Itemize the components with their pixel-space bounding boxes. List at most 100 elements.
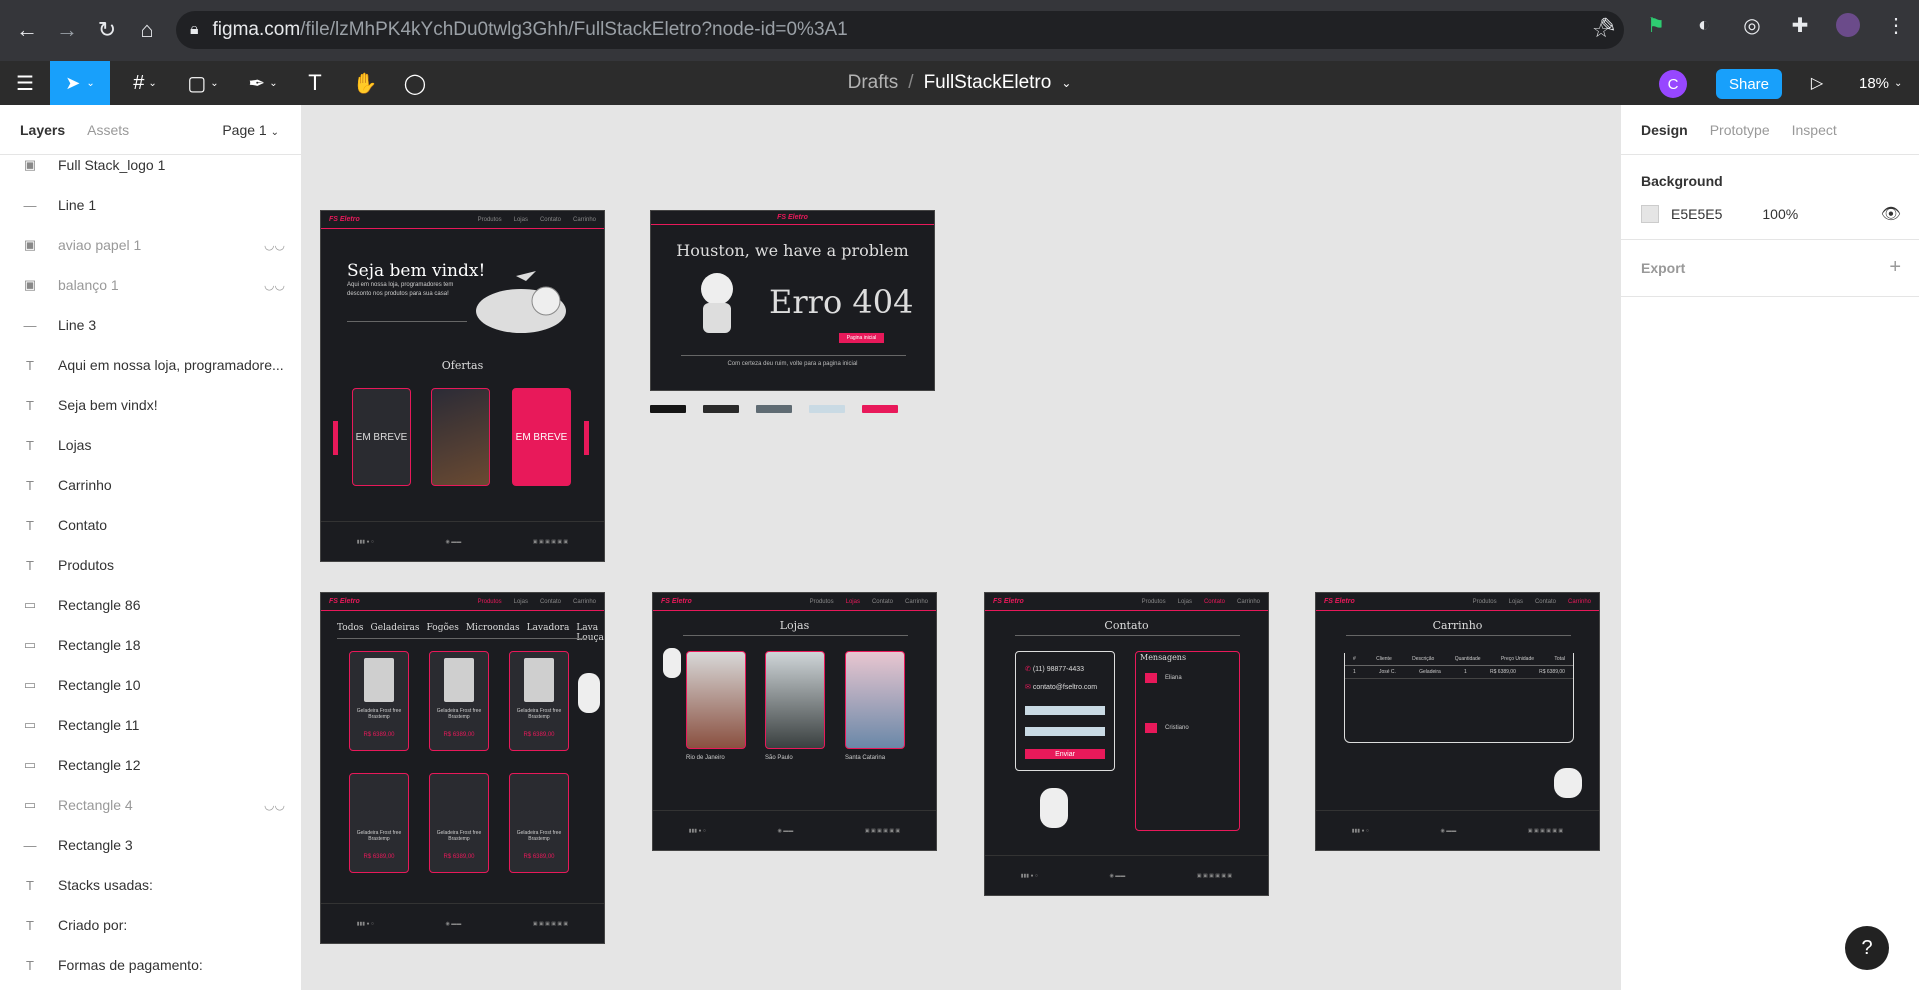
contact-title: Contato bbox=[1104, 619, 1149, 632]
profile-avatar[interactable] bbox=[1835, 12, 1861, 38]
layer-item[interactable]: T Produtos bbox=[0, 545, 301, 585]
comment-tool-icon[interactable]: ◯ bbox=[400, 61, 430, 105]
puzzle-extension-icon[interactable]: ✚ bbox=[1787, 12, 1813, 38]
layer-item[interactable]: ▭ Rectangle 11 bbox=[0, 705, 301, 745]
file-name[interactable]: FullStackEletro bbox=[924, 72, 1052, 94]
frame-products[interactable]: FS Eletro Produtos Lojas Contato Carrinh… bbox=[320, 592, 605, 944]
main-menu-icon[interactable]: ☰ bbox=[10, 61, 40, 105]
layer-line-icon: — bbox=[23, 197, 37, 213]
layer-item[interactable]: T Carrinho bbox=[0, 465, 301, 505]
reload-icon[interactable]: ↻ bbox=[87, 10, 127, 50]
layer-item[interactable]: T Contato bbox=[0, 505, 301, 545]
frame-stores[interactable]: FS Eletro Produtos Lojas Contato Carrinh… bbox=[652, 592, 937, 851]
cart-header-cell: Preço Unidade bbox=[1500, 656, 1535, 662]
category-item: Lavadora bbox=[526, 623, 570, 633]
breadcrumb-drafts[interactable]: Drafts bbox=[848, 72, 899, 94]
hand-tool-icon[interactable]: ✋ bbox=[350, 61, 380, 105]
layer-item[interactable]: T Seja bem vindx! bbox=[0, 385, 301, 425]
menu-dots-icon[interactable]: ⋮ bbox=[1883, 12, 1909, 38]
layer-item[interactable]: ▭ Rectangle 10 bbox=[0, 665, 301, 705]
product-price: R$ 6389,00 bbox=[443, 732, 475, 738]
chevron-down-icon[interactable]: ⌄ bbox=[1061, 76, 1071, 90]
move-tool-button[interactable]: ➤ ⌄ bbox=[50, 61, 110, 105]
layer-label: Rectangle 18 bbox=[58, 637, 141, 653]
contact-nav: FS Eletro Produtos Lojas Contato Carrinh… bbox=[985, 593, 1268, 611]
layer-item[interactable]: T Aqui em nossa loja, programadore... bbox=[0, 345, 301, 385]
shape-tool-icon[interactable]: ▢ ⌄ bbox=[180, 61, 226, 105]
layer-item[interactable]: ▭ Rectangle 18 bbox=[0, 625, 301, 665]
help-button[interactable]: ? bbox=[1845, 926, 1889, 970]
green-extension-icon[interactable]: ⚑ bbox=[1643, 12, 1669, 38]
layer-item[interactable]: ▣ Full Stack_logo 1 bbox=[0, 145, 301, 185]
tab-assets[interactable]: Assets bbox=[87, 122, 129, 138]
layer-item[interactable]: T Stacks usadas: bbox=[0, 865, 301, 905]
layer-item[interactable]: ▭ Rectangle 86 bbox=[0, 585, 301, 625]
layer-item[interactable]: ▣ aviao papel 1 ◡◡ bbox=[0, 225, 301, 265]
pen-tool-icon[interactable]: ✒ ⌄ bbox=[240, 61, 286, 105]
cart-cell: José C. bbox=[1378, 669, 1396, 675]
zoom-level[interactable]: 18% ⌄ bbox=[1859, 61, 1902, 105]
hidden-eye-icon[interactable]: ◡◡ bbox=[264, 278, 285, 292]
layer-item[interactable]: T Criado por: bbox=[0, 905, 301, 945]
canvas[interactable]: FS Eletro Produtos Lojas Contato Carrinh… bbox=[302, 105, 1620, 990]
layer-item[interactable]: — Rectangle 3 bbox=[0, 825, 301, 865]
tab-inspect[interactable]: Inspect bbox=[1792, 122, 1837, 138]
frame-tool-icon[interactable]: # ⌄ bbox=[122, 61, 168, 105]
frame-home[interactable]: FS Eletro Produtos Lojas Contato Carrinh… bbox=[320, 210, 605, 562]
error-note: Com certeza deu ruim, volte para a pagin… bbox=[727, 361, 858, 367]
palette-swatch-3[interactable] bbox=[756, 405, 792, 413]
export-label: Export bbox=[1641, 260, 1686, 276]
hidden-eye-icon[interactable]: ◡◡ bbox=[264, 798, 285, 812]
layer-item[interactable]: — Line 1 bbox=[0, 185, 301, 225]
divider-line bbox=[347, 321, 467, 322]
product-price: R$ 6389,00 bbox=[443, 854, 475, 860]
layer-label: Seja bem vindx! bbox=[58, 397, 158, 413]
present-play-icon[interactable]: ▷ bbox=[1802, 61, 1832, 105]
background-opacity-input[interactable]: 100% bbox=[1762, 206, 1798, 222]
layer-item[interactable]: T Formas de pagamento: bbox=[0, 945, 301, 985]
address-bar[interactable]: 🔒︎ figma.com/file/lzMhPK4kYchDu0twlg3Ghh… bbox=[176, 11, 1624, 49]
frame-cart[interactable]: FS Eletro Produtos Lojas Contato Carrinh… bbox=[1315, 592, 1600, 851]
layer-item[interactable]: ▭ Rectangle 4 ◡◡ bbox=[0, 785, 301, 825]
frame-contact[interactable]: FS Eletro Produtos Lojas Contato Carrinh… bbox=[984, 592, 1269, 896]
product-image bbox=[524, 780, 554, 824]
product-price: R$ 6389,00 bbox=[523, 854, 555, 860]
contact-email-address: contato@fseltro.com bbox=[1032, 684, 1098, 691]
palette-swatch-5[interactable] bbox=[862, 405, 898, 413]
hidden-eye-icon[interactable]: ◡◡ bbox=[264, 238, 285, 252]
frame-error-404[interactable]: FS Eletro Houston, we have a problem Err… bbox=[650, 210, 935, 391]
name-input-mini bbox=[1025, 706, 1105, 715]
back-icon[interactable]: ← bbox=[7, 10, 47, 50]
eye-icon[interactable]: 👁︎ bbox=[1881, 204, 1901, 224]
tab-layers[interactable]: Layers bbox=[20, 122, 65, 138]
cart-cell: 1 bbox=[1353, 669, 1356, 675]
background-hex-input[interactable]: E5E5E5 bbox=[1671, 206, 1722, 222]
tab-prototype[interactable]: Prototype bbox=[1710, 122, 1770, 138]
cart-header-cell: Descrição bbox=[1412, 656, 1435, 662]
share-button[interactable]: Share bbox=[1716, 69, 1782, 99]
pen-extension-icon[interactable]: ✎ bbox=[1595, 12, 1621, 38]
add-export-icon[interactable]: + bbox=[1889, 256, 1901, 279]
layer-item[interactable]: ▣ balanço 1 ◡◡ bbox=[0, 265, 301, 305]
text-tool-icon[interactable]: T bbox=[300, 61, 330, 105]
circle-extension-icon[interactable]: ◐ bbox=[1691, 12, 1717, 38]
palette-swatch-2[interactable] bbox=[703, 405, 739, 413]
page-selector[interactable]: Page 1 ⌄ bbox=[222, 122, 279, 138]
forward-icon[interactable]: → bbox=[47, 10, 87, 50]
palette-swatch-1[interactable] bbox=[650, 405, 686, 413]
nav-item: Produtos bbox=[1141, 598, 1166, 605]
layer-text-icon: T bbox=[26, 437, 34, 453]
target-extension-icon[interactable]: ◎ bbox=[1739, 12, 1765, 38]
cart-header-cell: Quantidade bbox=[1454, 656, 1481, 662]
tab-design[interactable]: Design bbox=[1641, 122, 1688, 138]
user-avatar[interactable]: C bbox=[1659, 70, 1687, 98]
layer-item[interactable]: — Line 3 bbox=[0, 305, 301, 345]
divider-line bbox=[681, 355, 906, 356]
cart-table-row: 1 José C. Geladeira 1 R$ 6389,00 R$ 6389… bbox=[1345, 666, 1573, 679]
layer-item[interactable]: T Lojas bbox=[0, 425, 301, 465]
layer-item[interactable]: ▭ Rectangle 12 bbox=[0, 745, 301, 785]
home-icon[interactable]: ⌂ bbox=[127, 10, 167, 50]
background-swatch[interactable] bbox=[1641, 205, 1659, 223]
palette-swatch-4[interactable] bbox=[809, 405, 845, 413]
page-selector-label: Page 1 bbox=[222, 121, 267, 138]
